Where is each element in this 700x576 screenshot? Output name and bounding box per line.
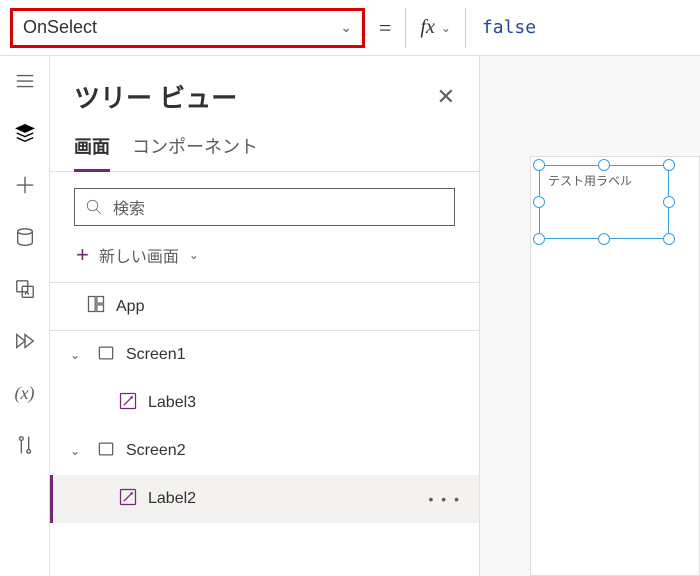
resize-handle[interactable]	[598, 159, 610, 171]
variables-icon[interactable]: (x)	[14, 382, 36, 404]
tree-item-app[interactable]: App	[50, 283, 479, 331]
screen-icon	[96, 439, 116, 464]
resize-handle[interactable]	[533, 233, 545, 245]
tree-view-icon[interactable]	[14, 122, 36, 144]
chevron-down-icon: ⌄	[340, 19, 352, 36]
search-icon	[85, 198, 103, 216]
hamburger-icon[interactable]	[14, 70, 36, 92]
tree-item-label: Screen2	[126, 442, 186, 460]
tree-item-screen2[interactable]: ⌄ Screen2	[50, 427, 479, 475]
equals-sign: =	[375, 15, 395, 41]
new-screen-button[interactable]: + 新しい画面 ⌄	[50, 236, 479, 283]
resize-handle[interactable]	[663, 233, 675, 245]
tree-item-label: Label2	[148, 490, 196, 508]
resize-handle[interactable]	[598, 233, 610, 245]
resize-handle[interactable]	[533, 196, 545, 208]
canvas-surface[interactable]: テスト用ラベル	[530, 156, 700, 576]
fx-icon: fx	[420, 16, 434, 39]
tools-icon[interactable]	[14, 434, 36, 456]
chevron-down-icon: ⌄	[441, 21, 451, 35]
tree-item-screen1[interactable]: ⌄ Screen1	[50, 331, 479, 379]
panel-title: ツリー ビュー	[74, 78, 237, 115]
tree-item-label: App	[116, 298, 144, 316]
resize-handle[interactable]	[663, 159, 675, 171]
formula-input[interactable]: false	[476, 8, 700, 48]
tree-item-label3[interactable]: Label3	[50, 379, 479, 427]
search-placeholder: 検索	[113, 195, 145, 219]
app-icon	[86, 294, 106, 319]
screen-icon	[96, 343, 116, 368]
search-input[interactable]: 検索	[74, 188, 455, 226]
resize-handle[interactable]	[663, 196, 675, 208]
plus-icon: +	[76, 242, 89, 268]
chevron-down-icon: ⌄	[189, 248, 199, 262]
chevron-down-icon[interactable]: ⌄	[70, 348, 86, 362]
property-dropdown[interactable]: OnSelect ⌄	[10, 8, 365, 48]
tab-screens[interactable]: 画面	[74, 127, 110, 172]
tab-components[interactable]: コンポーネント	[132, 127, 258, 171]
fx-button[interactable]: fx ⌄	[405, 8, 466, 48]
selected-control[interactable]: テスト用ラベル	[539, 165, 669, 239]
label-icon	[118, 487, 138, 512]
media-icon[interactable]	[14, 278, 36, 300]
tree-item-label: Label3	[148, 394, 196, 412]
power-automate-icon[interactable]	[14, 330, 36, 352]
label-icon	[118, 391, 138, 416]
more-icon[interactable]: • • •	[429, 491, 461, 507]
formula-value: false	[482, 17, 536, 38]
chevron-down-icon[interactable]: ⌄	[70, 444, 86, 458]
tree-item-label2[interactable]: Label2 • • •	[50, 475, 479, 523]
close-icon[interactable]: ✕	[437, 84, 455, 110]
tree-item-label: Screen1	[126, 346, 186, 364]
data-icon[interactable]	[14, 226, 36, 248]
canvas-area[interactable]: テスト用ラベル	[480, 56, 700, 576]
resize-handle[interactable]	[533, 159, 545, 171]
insert-icon[interactable]	[14, 174, 36, 196]
new-screen-label: 新しい画面	[99, 243, 179, 267]
property-name: OnSelect	[23, 17, 97, 38]
